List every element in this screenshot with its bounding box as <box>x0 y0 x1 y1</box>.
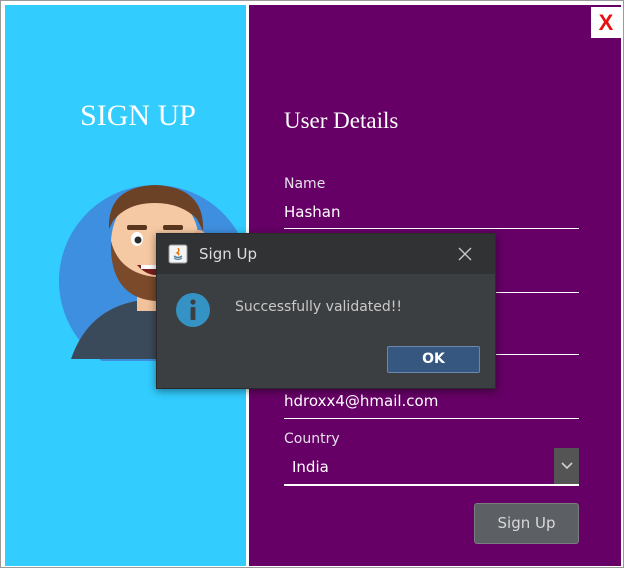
signup-button[interactable]: Sign Up <box>474 503 579 544</box>
dialog-title: Sign Up <box>199 245 257 263</box>
signup-window: SIGN UP X User Details Name Hashan hdrox… <box>0 0 624 568</box>
country-label: Country <box>284 431 340 447</box>
name-label: Name <box>284 176 326 192</box>
java-icon <box>168 244 188 264</box>
chevron-down-icon[interactable] <box>554 448 579 484</box>
country-selected-value: India <box>292 458 329 476</box>
country-select[interactable]: India <box>284 448 579 486</box>
signup-heading: SIGN UP <box>80 99 196 132</box>
section-title: User Details <box>284 108 399 133</box>
close-icon[interactable] <box>453 242 477 266</box>
name-field[interactable]: Hashan <box>284 201 579 229</box>
success-dialog: Sign Up Successfully validated!! OK <box>156 233 496 389</box>
email-field[interactable]: hdroxx4@hmail.com <box>284 391 579 419</box>
ok-button[interactable]: OK <box>387 346 480 373</box>
info-icon <box>176 293 210 327</box>
close-window-button[interactable]: X <box>591 7 621 38</box>
dialog-message: Successfully validated!! <box>235 299 402 315</box>
